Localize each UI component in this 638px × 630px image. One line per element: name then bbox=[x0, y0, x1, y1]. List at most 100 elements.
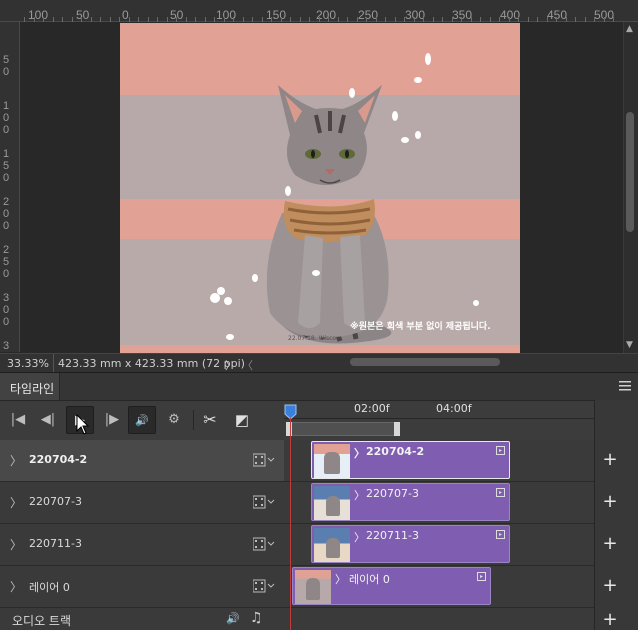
ruler-label: 100 bbox=[28, 8, 49, 22]
scroll-down-icon[interactable]: ▼ bbox=[626, 340, 633, 350]
ruler-tick bbox=[290, 17, 291, 22]
music-note-icon[interactable]: ♫ bbox=[250, 610, 263, 626]
audio-toggle-button[interactable]: 🔊 bbox=[128, 406, 156, 434]
tab-timeline[interactable]: 타임라인 bbox=[0, 373, 60, 400]
clip-options-icon[interactable]: ▸ bbox=[496, 530, 505, 539]
ruler-tick bbox=[271, 17, 272, 22]
work-area-bar[interactable] bbox=[288, 422, 398, 436]
add-media-button[interactable]: + bbox=[600, 534, 620, 554]
clip-chevron-icon[interactable]: 〉 bbox=[354, 529, 365, 545]
document-canvas[interactable]: ※원본은 회색 부분 없이 제공됩니다. 22.07.18. Wisco. bbox=[120, 23, 520, 353]
ruler-tick bbox=[205, 17, 206, 22]
audio-mute-icon[interactable]: 🔊 bbox=[226, 612, 240, 625]
work-area-start-handle[interactable] bbox=[286, 422, 292, 436]
next-frame-button[interactable]: |▶ bbox=[98, 406, 126, 434]
video-clip[interactable]: 〉 220711-3 ▸ bbox=[311, 525, 510, 563]
expand-chevron-icon[interactable]: 〉 bbox=[10, 494, 22, 511]
zoom-level[interactable]: 33.33% bbox=[7, 357, 49, 370]
ruler-tick bbox=[148, 17, 149, 22]
layer-row[interactable]: 〉 220704-2 bbox=[0, 440, 284, 482]
scroll-left-icon[interactable]: 〈 bbox=[242, 357, 253, 373]
audio-track-row[interactable]: 오디오 트랙 🔊 ♫ bbox=[0, 608, 284, 630]
ruler-tick bbox=[423, 17, 424, 22]
ruler-tick bbox=[100, 17, 101, 22]
expand-chevron-icon[interactable]: 〉 bbox=[10, 578, 22, 595]
ruler-tick bbox=[461, 17, 462, 22]
split-scissors-button[interactable]: ✂ bbox=[196, 406, 224, 434]
clip-name: 220707-3 bbox=[366, 487, 419, 500]
scroll-up-icon[interactable]: ▲ bbox=[626, 24, 633, 34]
settings-gear-button[interactable]: ⚙ bbox=[160, 406, 188, 434]
expand-chevron-icon[interactable]: 〉 bbox=[10, 452, 22, 469]
ruler-tick bbox=[404, 17, 405, 22]
audio-track-lane[interactable] bbox=[284, 608, 594, 630]
work-area-end-handle[interactable] bbox=[394, 422, 400, 436]
layer-row[interactable]: 〉 220707-3 bbox=[0, 482, 284, 524]
clip-name: 220704-2 bbox=[366, 445, 425, 458]
ruler-tick bbox=[471, 17, 472, 22]
ruler-tick bbox=[24, 17, 25, 22]
video-clip[interactable]: 〉 220704-2 ▸ bbox=[311, 441, 510, 479]
clip-options-icon[interactable]: ▸ bbox=[496, 446, 505, 455]
ruler-tick bbox=[613, 17, 614, 22]
timeline-panel-header bbox=[0, 372, 638, 400]
film-strip-icon[interactable] bbox=[253, 495, 277, 509]
ruler-tick bbox=[81, 17, 82, 22]
clip-thumbnail bbox=[314, 486, 350, 520]
ruler-tick bbox=[328, 17, 329, 22]
ruler-tick bbox=[499, 17, 500, 22]
clip-chevron-icon[interactable]: 〉 bbox=[354, 445, 365, 461]
clip-chevron-icon[interactable]: 〉 bbox=[335, 571, 346, 587]
ruler-tick bbox=[138, 17, 139, 22]
video-clip[interactable]: 〉 레이어 0 ▸ bbox=[292, 567, 491, 605]
ruler-tick bbox=[110, 17, 111, 22]
video-clip[interactable]: 〉 220707-3 ▸ bbox=[311, 483, 510, 521]
ruler-tick bbox=[518, 17, 519, 22]
layer-row[interactable]: 〉 220711-3 bbox=[0, 524, 284, 566]
ruler-tick bbox=[585, 17, 586, 22]
status-menu-arrow-icon[interactable]: 〉 bbox=[225, 357, 236, 373]
layer-name: 레이어 0 bbox=[29, 581, 70, 594]
add-media-button[interactable]: + bbox=[600, 492, 620, 512]
ruler-label: 350 bbox=[452, 8, 473, 22]
clip-options-icon[interactable]: ▸ bbox=[477, 572, 486, 581]
layer-name: 220711-3 bbox=[29, 537, 82, 550]
cat-illustration bbox=[210, 53, 479, 344]
mouse-cursor-icon bbox=[76, 414, 90, 435]
ruler-label: 2 5 0 bbox=[3, 244, 10, 280]
ruler-tick bbox=[385, 17, 386, 22]
panel-menu-icon[interactable] bbox=[619, 381, 631, 391]
ruler-label: 0 bbox=[122, 8, 129, 22]
clip-name: 220711-3 bbox=[366, 529, 419, 542]
ruler-tick bbox=[509, 17, 510, 22]
add-media-button[interactable]: + bbox=[600, 450, 620, 470]
ruler-tick bbox=[528, 17, 529, 22]
layer-row[interactable]: 〉 레이어 0 bbox=[0, 566, 284, 608]
film-strip-icon[interactable] bbox=[253, 453, 277, 467]
previous-frame-button[interactable]: ◀| bbox=[34, 406, 62, 434]
ruler-tick bbox=[594, 17, 595, 22]
ruler-label: 3 0 0 bbox=[3, 292, 10, 328]
horizontal-scroll-thumb[interactable] bbox=[350, 358, 500, 366]
ruler-tick bbox=[43, 17, 44, 22]
clip-thumbnail bbox=[314, 528, 350, 562]
expand-chevron-icon[interactable]: 〉 bbox=[10, 536, 22, 553]
ruler-tick bbox=[537, 17, 538, 22]
ruler-tick bbox=[309, 17, 310, 22]
ruler-tick bbox=[129, 17, 130, 22]
ruler-tick bbox=[233, 17, 234, 22]
transition-button[interactable]: ◩ bbox=[228, 406, 256, 434]
ruler-label: 450 bbox=[547, 8, 568, 22]
add-media-button[interactable]: + bbox=[600, 576, 620, 596]
film-strip-icon[interactable] bbox=[253, 537, 277, 551]
vertical-scroll-thumb[interactable] bbox=[626, 112, 634, 232]
film-strip-icon[interactable] bbox=[253, 579, 277, 593]
clip-chevron-icon[interactable]: 〉 bbox=[354, 487, 365, 503]
first-frame-button[interactable]: |◀ bbox=[4, 406, 32, 434]
ruler-tick bbox=[252, 17, 253, 22]
ruler-tick bbox=[395, 17, 396, 22]
ruler-tick bbox=[547, 17, 548, 22]
document-info: 423.33 mm x 423.33 mm (72 ppi) bbox=[58, 357, 245, 370]
clip-options-icon[interactable]: ▸ bbox=[496, 488, 505, 497]
add-audio-button[interactable]: + bbox=[600, 610, 620, 630]
